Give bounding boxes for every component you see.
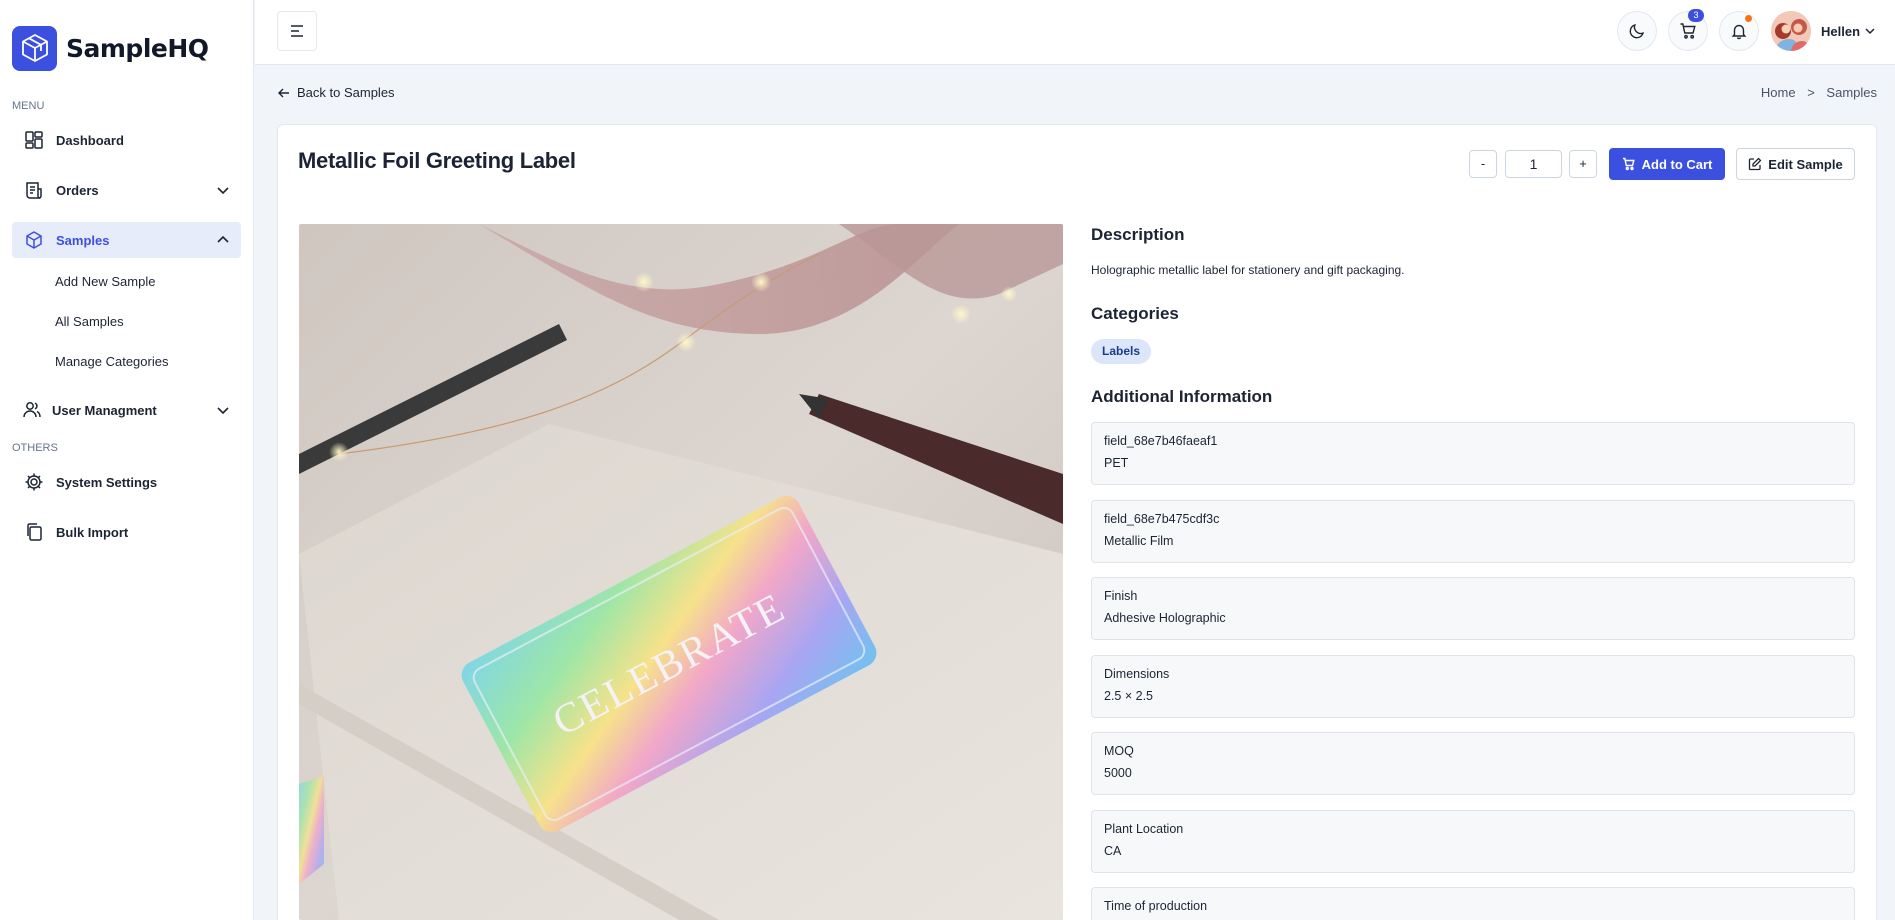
top-header: 3 Hellen [255, 0, 1895, 65]
bell-icon [1731, 24, 1747, 40]
moon-icon [1629, 23, 1645, 39]
brand-name: SampleHQ [66, 33, 209, 63]
info-field: Finish Adhesive Holographic [1091, 577, 1855, 640]
logo-cube-icon [12, 25, 57, 71]
info-field-value: 2.5 × 2.5 [1104, 689, 1153, 703]
info-field-value: CA [1104, 844, 1122, 858]
notification-dot [1745, 15, 1752, 22]
receipt-icon [22, 178, 46, 202]
sidebar-item-label: Orders [56, 182, 99, 198]
category-tag[interactable]: Labels [1091, 339, 1152, 364]
back-to-samples-link[interactable]: Back to Samples [277, 85, 395, 100]
cart-plus-icon [1622, 157, 1635, 171]
sidebar-item-system-settings[interactable]: System Settings [12, 464, 241, 500]
others-section-label: OTHERS [12, 442, 58, 454]
info-field: Dimensions 2.5 × 2.5 [1091, 655, 1855, 718]
sidebar-subitem-manage-categories[interactable]: Manage Categories [0, 352, 253, 372]
add-to-cart-label: Add to Cart [1641, 156, 1713, 172]
info-field-value: 5000 [1104, 766, 1132, 780]
arrow-left-icon [278, 88, 289, 97]
edit-sample-button[interactable]: Edit Sample [1736, 148, 1855, 180]
chevron-down-icon[interactable] [1863, 24, 1877, 38]
chevron-down-icon[interactable] [215, 402, 231, 418]
description-heading: Description [1091, 225, 1185, 244]
info-field-label: Finish [1104, 589, 1138, 603]
menu-toggle-button[interactable] [277, 11, 317, 51]
quantity-increment-button[interactable]: + [1569, 150, 1597, 178]
info-field-label: Time of production [1104, 899, 1208, 913]
chevron-up-icon[interactable] [215, 232, 231, 248]
breadcrumb-separator: > [1807, 85, 1815, 100]
info-field: Time of production [1091, 887, 1855, 920]
sidebar-item-user-management[interactable]: User Managment [12, 392, 241, 428]
info-field: Plant Location CA [1091, 810, 1855, 873]
grid-icon [22, 128, 46, 152]
user-name[interactable]: Hellen [1821, 24, 1860, 39]
sidebar-item-label: Bulk Import [56, 524, 129, 540]
additional-info-heading: Additional Information [1091, 387, 1273, 406]
users-icon [20, 398, 44, 422]
back-label: Back to Samples [297, 85, 395, 100]
breadcrumb-home[interactable]: Home [1761, 85, 1796, 100]
edit-sample-label: Edit Sample [1768, 156, 1843, 172]
cart-count-badge: 3 [1688, 9, 1704, 22]
sidebar-item-dashboard[interactable]: Dashboard [12, 122, 241, 158]
chevron-down-icon[interactable] [215, 182, 231, 198]
notifications-button[interactable] [1719, 11, 1759, 51]
box-icon [22, 228, 46, 252]
sidebar-subitem-add-new-sample[interactable]: Add New Sample [0, 272, 253, 292]
sidebar-item-samples[interactable]: Samples [12, 222, 241, 258]
info-field-label: Plant Location [1104, 822, 1184, 836]
add-to-cart-button[interactable]: Add to Cart [1609, 148, 1725, 180]
sample-image: CELEBRATE [299, 224, 1063, 920]
info-field-label: MOQ [1104, 744, 1134, 758]
breadcrumb-samples: Samples [1826, 85, 1877, 100]
edit-icon [1749, 157, 1762, 171]
gear-icon [22, 470, 46, 494]
categories-heading: Categories [1091, 304, 1179, 323]
menu-section-label: MENU [12, 100, 45, 112]
page-title: Metallic Foil Greeting Label [298, 148, 576, 173]
info-field: MOQ 5000 [1091, 732, 1855, 795]
avatar[interactable] [1771, 11, 1811, 51]
brand[interactable]: SampleHQ [0, 0, 253, 96]
info-field-value: Adhesive Holographic [1104, 611, 1226, 625]
copy-icon [22, 520, 46, 544]
info-field: field_68e7b46faeaf1 PET [1091, 422, 1855, 485]
cart-button[interactable]: 3 [1668, 9, 1708, 51]
sidebar-subitem-all-samples[interactable]: All Samples [0, 312, 253, 332]
sidebar-item-orders[interactable]: Orders [12, 172, 241, 208]
cart-icon [1680, 23, 1696, 39]
sidebar-item-bulk-import[interactable]: Bulk Import [12, 514, 241, 550]
quantity-input[interactable] [1505, 150, 1562, 178]
breadcrumb: Home > Samples [1761, 85, 1877, 100]
sidebar: SampleHQ MENU Dashboard Orders Samples A… [0, 0, 254, 920]
info-field-label: field_68e7b46faeaf1 [1104, 434, 1218, 448]
info-field-value: PET [1104, 456, 1129, 470]
description-text: Holographic metallic label for stationer… [1091, 263, 1405, 277]
info-field-label: field_68e7b475cdf3c [1104, 512, 1220, 526]
hamburger-icon [291, 25, 303, 37]
info-field-value: Metallic Film [1104, 534, 1174, 548]
sidebar-item-label: Dashboard [56, 132, 124, 148]
quantity-decrement-button[interactable]: - [1469, 150, 1497, 178]
info-field-label: Dimensions [1104, 667, 1170, 681]
dark-mode-toggle[interactable] [1617, 11, 1657, 51]
info-field: field_68e7b475cdf3c Metallic Film [1091, 500, 1855, 563]
sidebar-item-label: User Managment [52, 402, 157, 418]
sidebar-item-label: System Settings [56, 474, 158, 490]
sidebar-item-label: Samples [56, 232, 110, 248]
